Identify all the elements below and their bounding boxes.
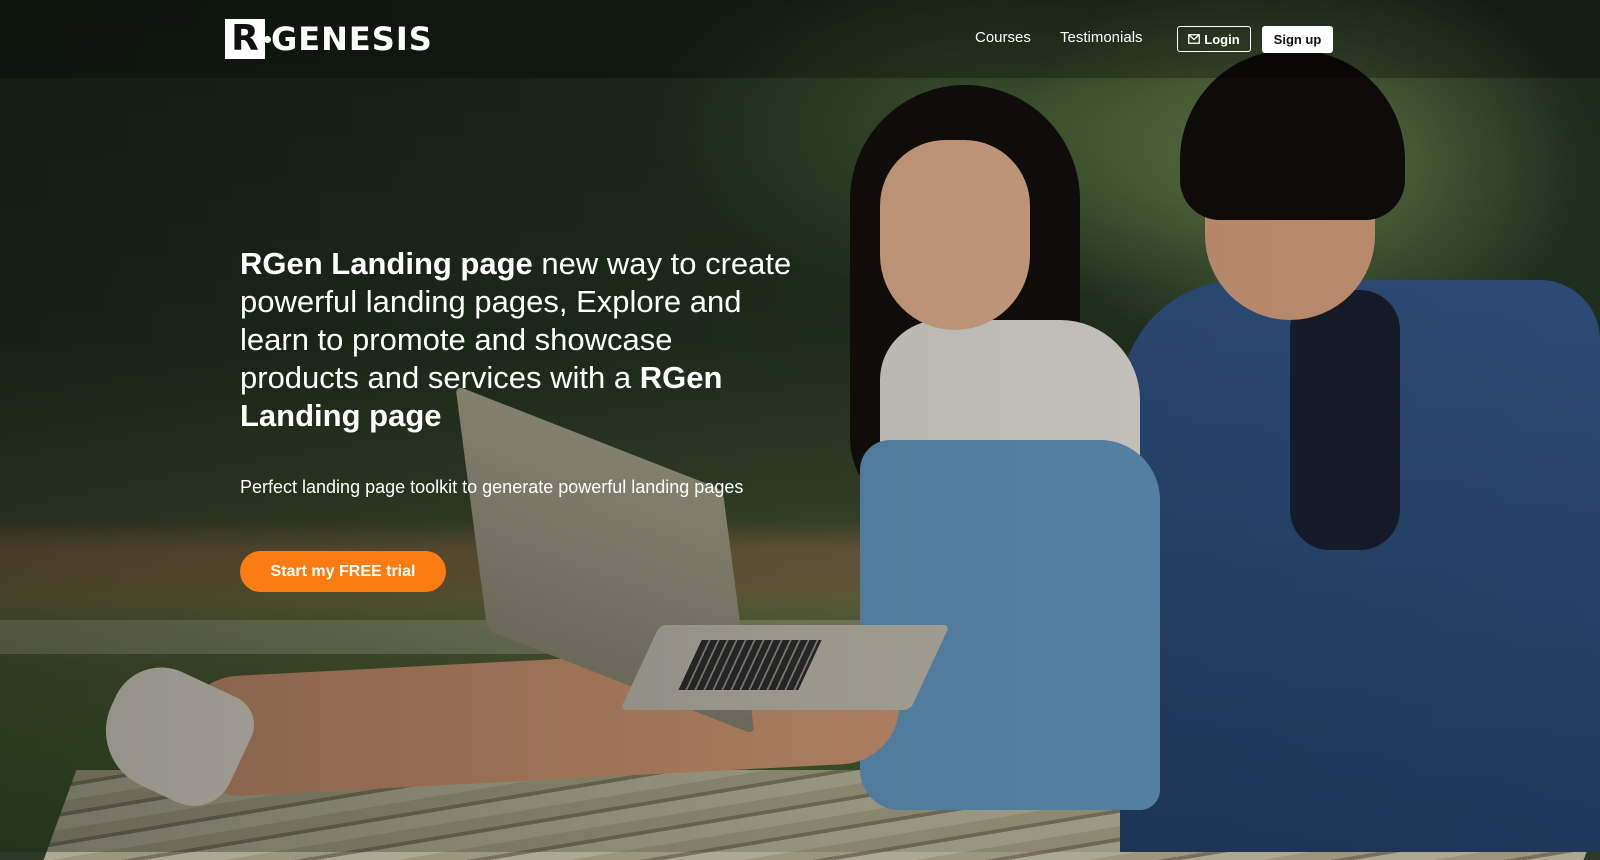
login-button[interactable]: Login (1177, 26, 1251, 52)
headline-strong-1: RGen Landing page (240, 246, 533, 281)
login-label: Login (1204, 31, 1240, 47)
nav-link-testimonials[interactable]: Testimonials (1060, 29, 1143, 46)
envelope-icon (1188, 34, 1201, 44)
top-navbar: R GENESIS Courses Testimonials Login Sig… (0, 0, 1600, 78)
logo-mark: R (225, 18, 271, 59)
signup-button[interactable]: Sign up (1262, 26, 1333, 53)
logo-letter: R (231, 18, 259, 59)
start-free-trial-button[interactable]: Start my FREE trial (240, 551, 446, 592)
logo-text: GENESIS (271, 20, 433, 58)
nav-link-courses[interactable]: Courses (975, 29, 1031, 46)
brand-logo[interactable]: R GENESIS (225, 19, 433, 59)
hero-subline: Perfect landing page toolkit to generate… (240, 477, 744, 497)
hero-headline: RGen Landing page new way to create powe… (240, 245, 800, 435)
logo-dot (264, 36, 271, 43)
